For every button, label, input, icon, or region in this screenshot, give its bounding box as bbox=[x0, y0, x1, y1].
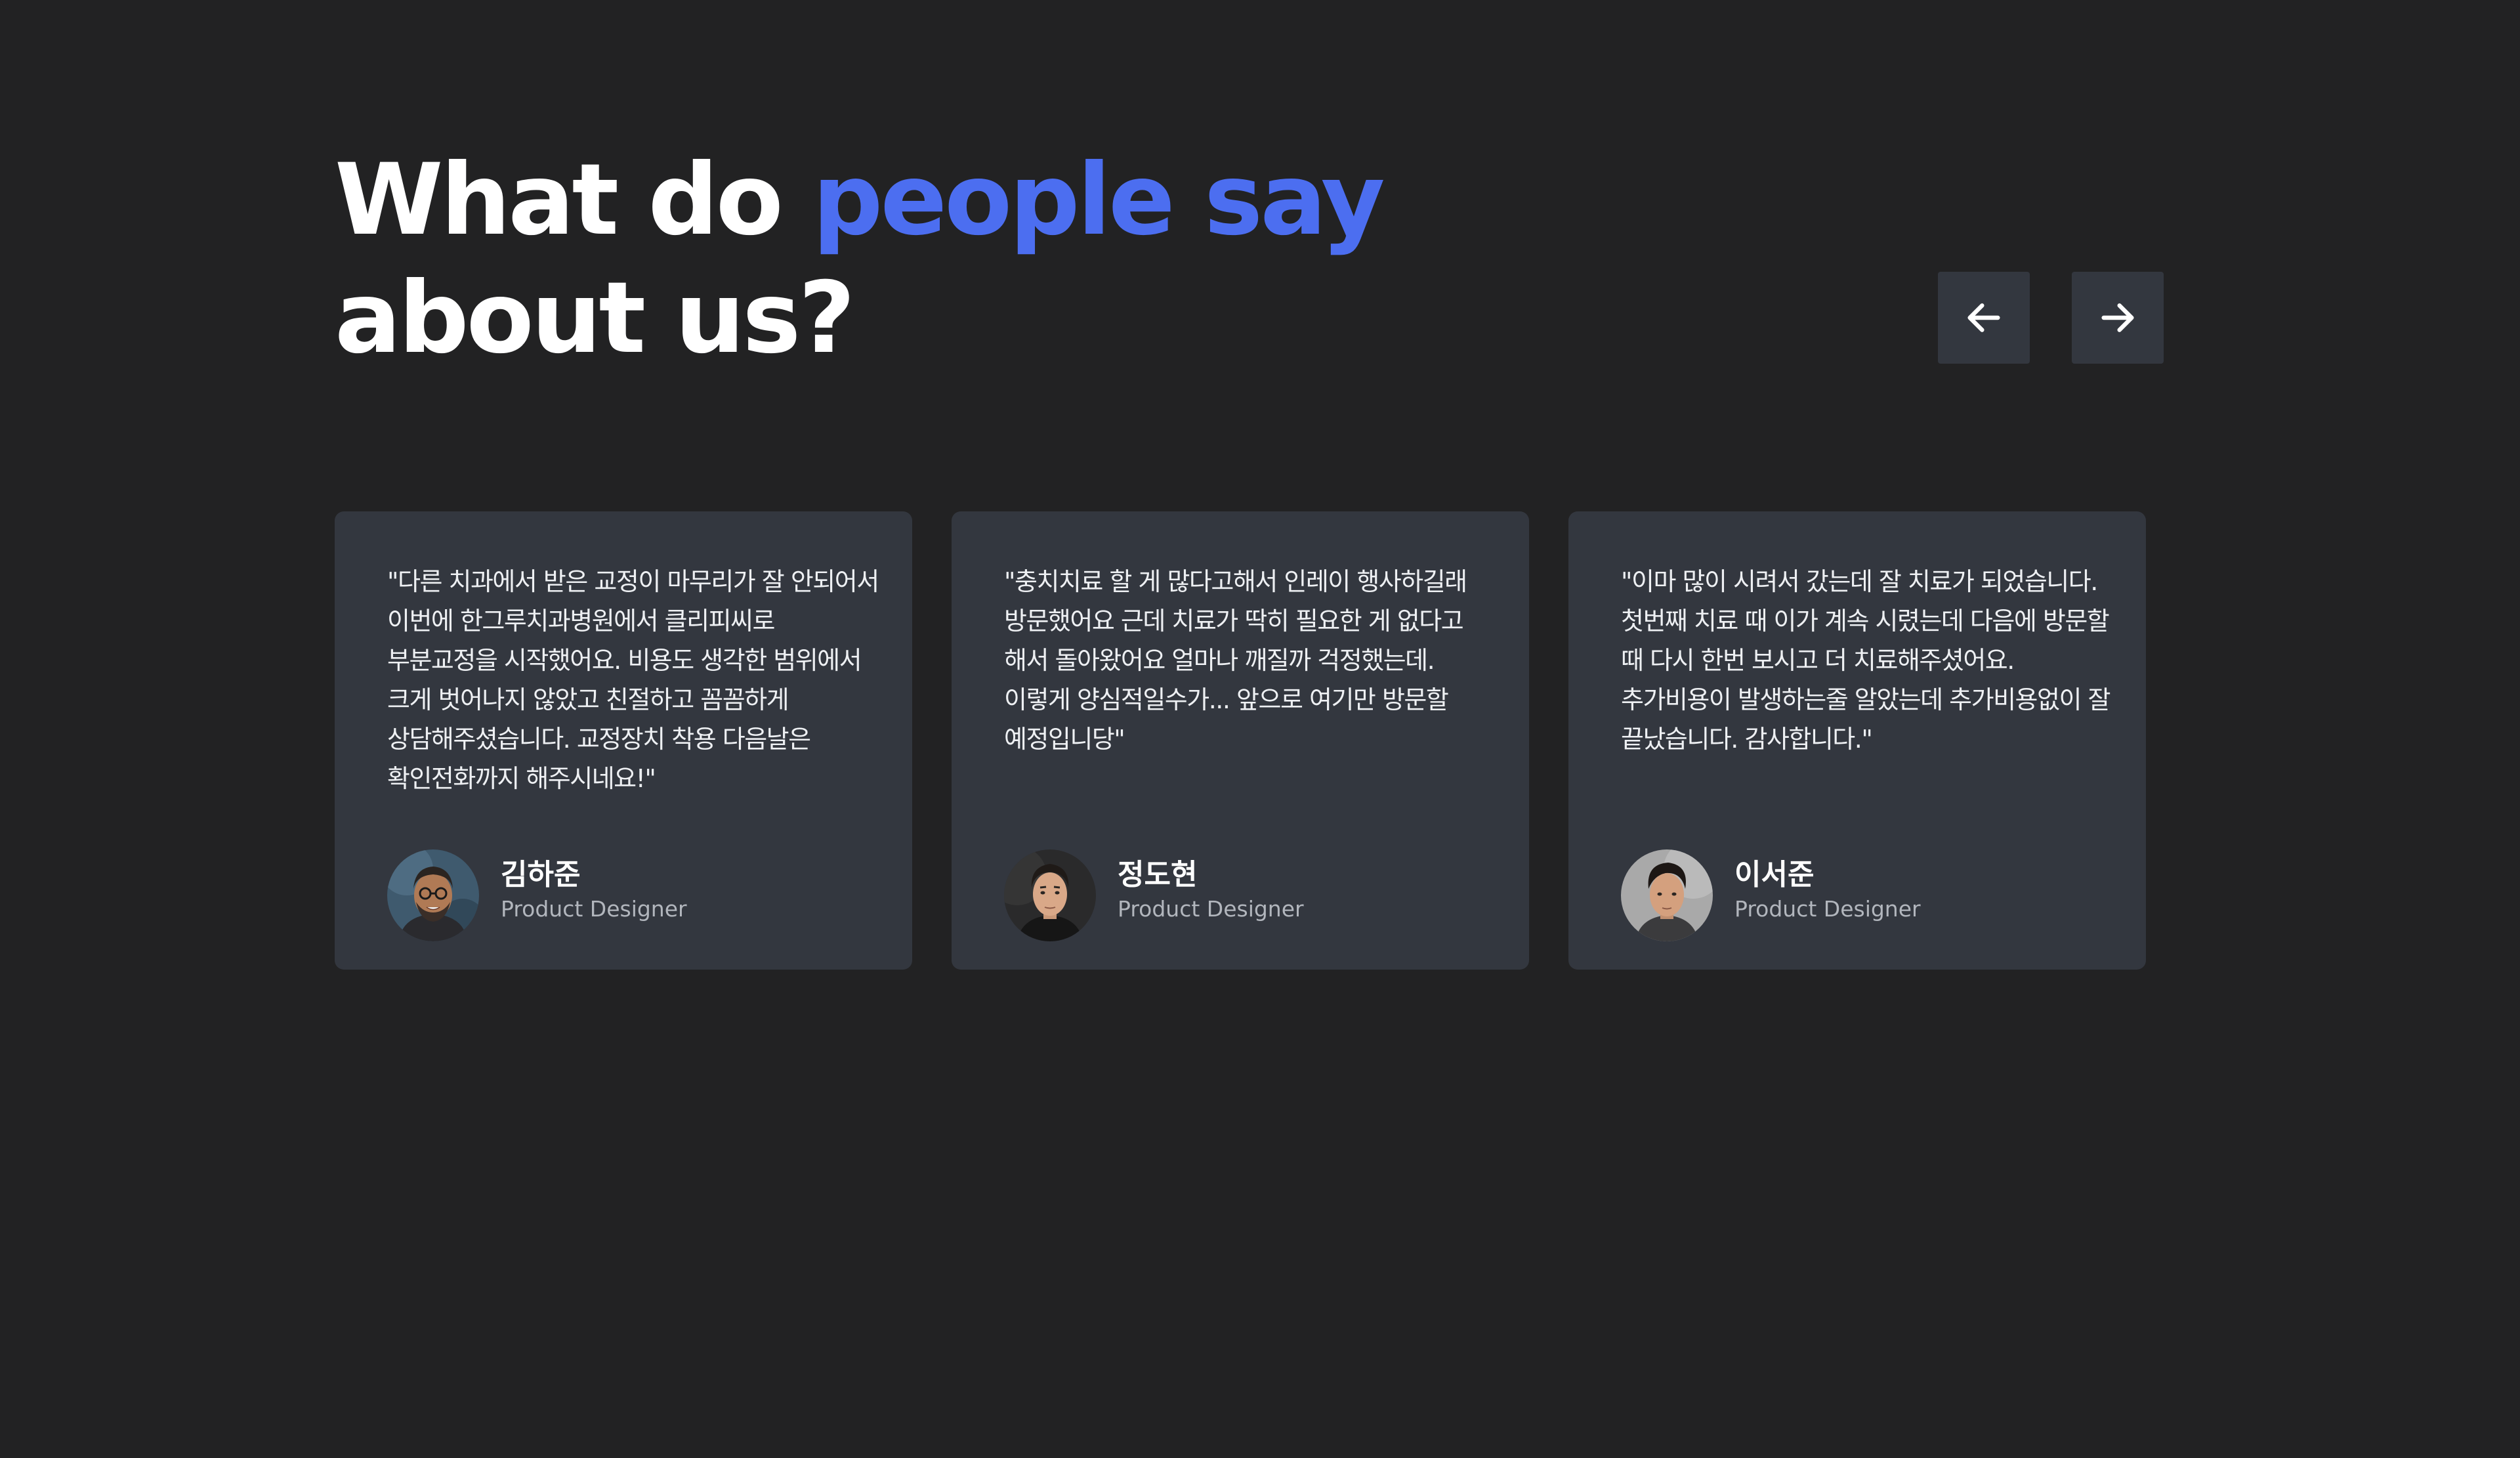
arrow-left-icon bbox=[1967, 303, 2000, 332]
testimonial-quote: "다른 치과에서 받은 교정이 마무리가 잘 안되어서 이번에 한그루치과병원에… bbox=[387, 567, 879, 793]
author-name: 정도현 bbox=[1118, 858, 1198, 891]
avatar-photo bbox=[387, 849, 479, 941]
title-accent: people say bbox=[812, 143, 1385, 257]
prev-button[interactable] bbox=[1938, 272, 2030, 364]
testimonial-quote: "이마 많이 시려서 갔는데 잘 치료가 되었습니다. 첫번째 치료 때 이가 … bbox=[1621, 567, 2110, 754]
title-part-2: about us? bbox=[335, 261, 855, 375]
testimonial-card: "다른 치과에서 받은 교정이 마무리가 잘 안되어서 이번에 한그루치과병원에… bbox=[335, 511, 912, 970]
author-name: 김하준 bbox=[501, 858, 581, 891]
author-role: Product Designer bbox=[1734, 896, 1921, 922]
title-part-1: What do bbox=[335, 143, 813, 257]
testimonial-card: "충치치료 할 게 많다고해서 인레이 행사하길래 방문했어요 근데 치료가 딱… bbox=[952, 511, 1529, 970]
author-name: 이서준 bbox=[1734, 858, 1815, 891]
avatar-photo bbox=[1621, 849, 1713, 941]
testimonials-section: What do people say about us? "다른 치과에서 받은 … bbox=[0, 0, 2520, 1458]
author-role: Product Designer bbox=[1118, 896, 1304, 922]
testimonial-quote: "충치치료 할 게 많다고해서 인레이 행사하길래 방문했어요 근데 치료가 딱… bbox=[1004, 567, 1467, 754]
avatar bbox=[1621, 849, 1713, 941]
arrow-right-icon bbox=[2101, 303, 2134, 332]
section-title: What do people say about us? bbox=[335, 141, 1385, 377]
author-role: Product Designer bbox=[501, 896, 687, 922]
next-button[interactable] bbox=[2072, 272, 2164, 364]
avatar-photo bbox=[1004, 849, 1096, 941]
avatar bbox=[1004, 849, 1096, 941]
avatar bbox=[387, 849, 479, 941]
testimonial-card: "이마 많이 시려서 갔는데 잘 치료가 되었습니다. 첫번째 치료 때 이가 … bbox=[1568, 511, 2146, 970]
